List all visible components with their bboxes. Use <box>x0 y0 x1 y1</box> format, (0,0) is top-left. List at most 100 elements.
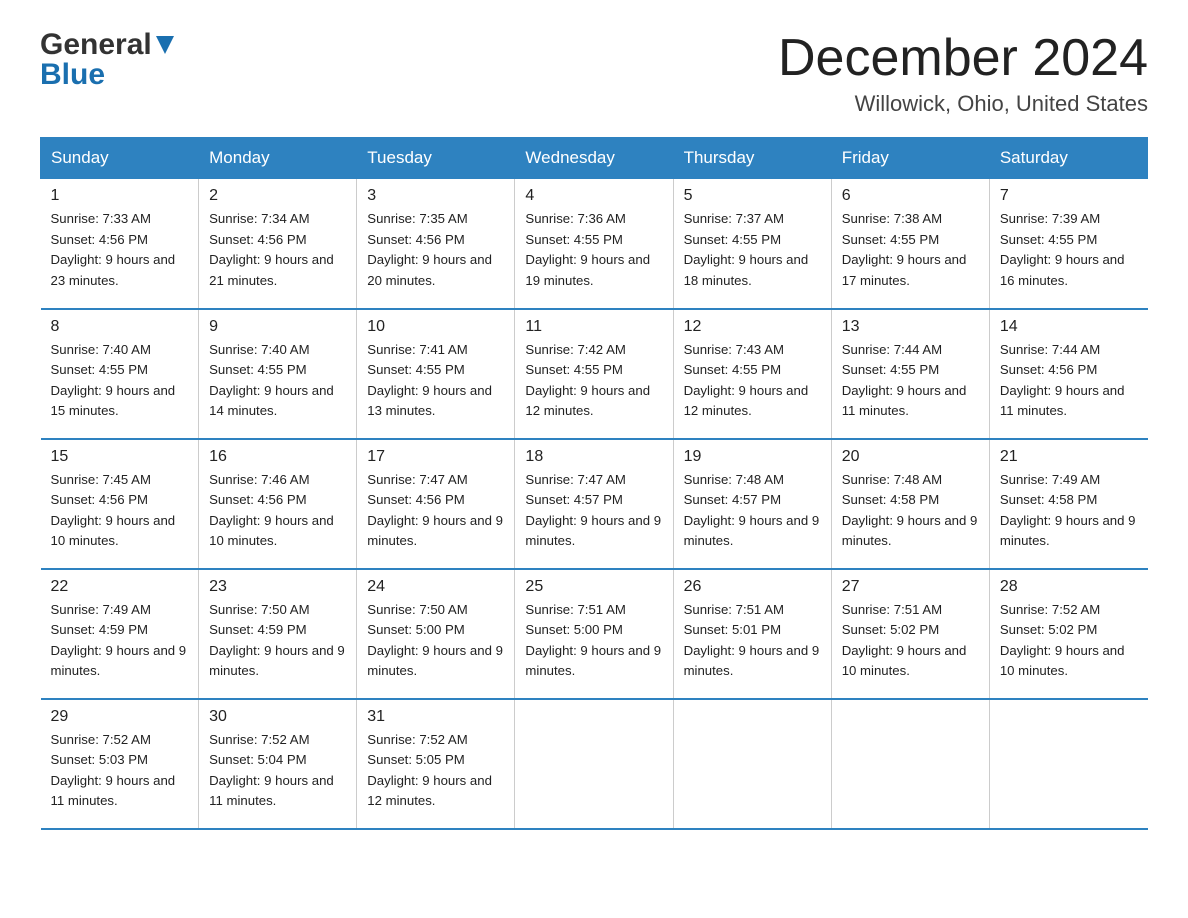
day-number: 6 <box>842 187 979 205</box>
day-info: Sunrise: 7:45 AM Sunset: 4:56 PM Dayligh… <box>51 470 189 552</box>
day-number: 27 <box>842 578 979 596</box>
daylight-label: Daylight: 9 hours and 10 minutes. <box>1000 643 1125 678</box>
day-number: 28 <box>1000 578 1138 596</box>
day-info: Sunrise: 7:33 AM Sunset: 4:56 PM Dayligh… <box>51 209 189 291</box>
sunrise-label: Sunrise: 7:52 AM <box>367 732 467 747</box>
day-number: 29 <box>51 708 189 726</box>
day-number: 19 <box>684 448 821 466</box>
sunrise-label: Sunrise: 7:42 AM <box>525 342 625 357</box>
calendar-cell: 6 Sunrise: 7:38 AM Sunset: 4:55 PM Dayli… <box>831 179 989 309</box>
calendar-cell: 24 Sunrise: 7:50 AM Sunset: 5:00 PM Dayl… <box>357 569 515 699</box>
day-info: Sunrise: 7:44 AM Sunset: 4:56 PM Dayligh… <box>1000 340 1138 422</box>
sunset-label: Sunset: 4:56 PM <box>51 492 149 507</box>
day-info: Sunrise: 7:51 AM Sunset: 5:00 PM Dayligh… <box>525 600 662 682</box>
day-info: Sunrise: 7:52 AM Sunset: 5:03 PM Dayligh… <box>51 730 189 812</box>
daylight-label: Daylight: 9 hours and 9 minutes. <box>367 513 503 548</box>
daylight-label: Daylight: 9 hours and 10 minutes. <box>51 513 176 548</box>
day-info: Sunrise: 7:49 AM Sunset: 4:59 PM Dayligh… <box>51 600 189 682</box>
daylight-label: Daylight: 9 hours and 11 minutes. <box>842 383 967 418</box>
day-info: Sunrise: 7:44 AM Sunset: 4:55 PM Dayligh… <box>842 340 979 422</box>
calendar-table: SundayMondayTuesdayWednesdayThursdayFrid… <box>40 137 1148 830</box>
sunrise-label: Sunrise: 7:50 AM <box>209 602 309 617</box>
calendar-week-row: 22 Sunrise: 7:49 AM Sunset: 4:59 PM Dayl… <box>41 569 1148 699</box>
header-saturday: Saturday <box>989 138 1147 179</box>
daylight-label: Daylight: 9 hours and 9 minutes. <box>684 513 820 548</box>
day-number: 3 <box>367 187 504 205</box>
day-info: Sunrise: 7:48 AM Sunset: 4:57 PM Dayligh… <box>684 470 821 552</box>
sunrise-label: Sunrise: 7:48 AM <box>684 472 784 487</box>
calendar-cell: 16 Sunrise: 7:46 AM Sunset: 4:56 PM Dayl… <box>199 439 357 569</box>
calendar-cell: 26 Sunrise: 7:51 AM Sunset: 5:01 PM Dayl… <box>673 569 831 699</box>
sunset-label: Sunset: 4:55 PM <box>51 362 149 377</box>
daylight-label: Daylight: 9 hours and 12 minutes. <box>367 773 492 808</box>
sunset-label: Sunset: 4:56 PM <box>209 492 307 507</box>
sunset-label: Sunset: 5:00 PM <box>367 622 465 637</box>
sunrise-label: Sunrise: 7:36 AM <box>525 211 625 226</box>
calendar-cell: 9 Sunrise: 7:40 AM Sunset: 4:55 PM Dayli… <box>199 309 357 439</box>
day-info: Sunrise: 7:46 AM Sunset: 4:56 PM Dayligh… <box>209 470 346 552</box>
sunset-label: Sunset: 4:55 PM <box>684 362 782 377</box>
day-number: 13 <box>842 318 979 336</box>
sunrise-label: Sunrise: 7:37 AM <box>684 211 784 226</box>
day-info: Sunrise: 7:52 AM Sunset: 5:02 PM Dayligh… <box>1000 600 1138 682</box>
calendar-week-row: 29 Sunrise: 7:52 AM Sunset: 5:03 PM Dayl… <box>41 699 1148 829</box>
header-wednesday: Wednesday <box>515 138 673 179</box>
sunset-label: Sunset: 4:56 PM <box>367 492 465 507</box>
sunset-label: Sunset: 4:57 PM <box>684 492 782 507</box>
daylight-label: Daylight: 9 hours and 9 minutes. <box>51 643 187 678</box>
sunrise-label: Sunrise: 7:47 AM <box>525 472 625 487</box>
day-number: 11 <box>525 318 662 336</box>
month-title: December 2024 <box>778 30 1148 87</box>
day-info: Sunrise: 7:42 AM Sunset: 4:55 PM Dayligh… <box>525 340 662 422</box>
header-sunday: Sunday <box>41 138 199 179</box>
day-info: Sunrise: 7:52 AM Sunset: 5:05 PM Dayligh… <box>367 730 504 812</box>
sunrise-label: Sunrise: 7:41 AM <box>367 342 467 357</box>
calendar-cell: 28 Sunrise: 7:52 AM Sunset: 5:02 PM Dayl… <box>989 569 1147 699</box>
calendar-cell: 10 Sunrise: 7:41 AM Sunset: 4:55 PM Dayl… <box>357 309 515 439</box>
daylight-label: Daylight: 9 hours and 12 minutes. <box>684 383 809 418</box>
sunrise-label: Sunrise: 7:40 AM <box>51 342 151 357</box>
day-info: Sunrise: 7:51 AM Sunset: 5:01 PM Dayligh… <box>684 600 821 682</box>
day-number: 5 <box>684 187 821 205</box>
daylight-label: Daylight: 9 hours and 11 minutes. <box>51 773 176 808</box>
daylight-label: Daylight: 9 hours and 18 minutes. <box>684 252 809 287</box>
day-info: Sunrise: 7:38 AM Sunset: 4:55 PM Dayligh… <box>842 209 979 291</box>
calendar-week-row: 1 Sunrise: 7:33 AM Sunset: 4:56 PM Dayli… <box>41 179 1148 309</box>
sunrise-label: Sunrise: 7:35 AM <box>367 211 467 226</box>
daylight-label: Daylight: 9 hours and 9 minutes. <box>842 513 978 548</box>
calendar-cell: 25 Sunrise: 7:51 AM Sunset: 5:00 PM Dayl… <box>515 569 673 699</box>
daylight-label: Daylight: 9 hours and 12 minutes. <box>525 383 650 418</box>
sunrise-label: Sunrise: 7:45 AM <box>51 472 151 487</box>
day-number: 23 <box>209 578 346 596</box>
sunrise-label: Sunrise: 7:50 AM <box>367 602 467 617</box>
calendar-cell: 17 Sunrise: 7:47 AM Sunset: 4:56 PM Dayl… <box>357 439 515 569</box>
day-info: Sunrise: 7:50 AM Sunset: 4:59 PM Dayligh… <box>209 600 346 682</box>
sunset-label: Sunset: 4:59 PM <box>51 622 149 637</box>
day-number: 24 <box>367 578 504 596</box>
calendar-cell: 2 Sunrise: 7:34 AM Sunset: 4:56 PM Dayli… <box>199 179 357 309</box>
sunset-label: Sunset: 5:01 PM <box>684 622 782 637</box>
sunset-label: Sunset: 5:00 PM <box>525 622 623 637</box>
daylight-label: Daylight: 9 hours and 9 minutes. <box>525 643 661 678</box>
location-text: Willowick, Ohio, United States <box>778 91 1148 117</box>
calendar-cell: 5 Sunrise: 7:37 AM Sunset: 4:55 PM Dayli… <box>673 179 831 309</box>
day-info: Sunrise: 7:37 AM Sunset: 4:55 PM Dayligh… <box>684 209 821 291</box>
day-number: 16 <box>209 448 346 466</box>
daylight-label: Daylight: 9 hours and 9 minutes. <box>209 643 345 678</box>
daylight-label: Daylight: 9 hours and 16 minutes. <box>1000 252 1125 287</box>
sunset-label: Sunset: 4:55 PM <box>209 362 307 377</box>
sunset-label: Sunset: 4:55 PM <box>525 232 623 247</box>
sunrise-label: Sunrise: 7:39 AM <box>1000 211 1100 226</box>
day-number: 4 <box>525 187 662 205</box>
calendar-cell: 18 Sunrise: 7:47 AM Sunset: 4:57 PM Dayl… <box>515 439 673 569</box>
sunrise-label: Sunrise: 7:52 AM <box>209 732 309 747</box>
sunset-label: Sunset: 4:55 PM <box>842 232 940 247</box>
sunset-label: Sunset: 4:56 PM <box>367 232 465 247</box>
day-info: Sunrise: 7:47 AM Sunset: 4:56 PM Dayligh… <box>367 470 504 552</box>
sunrise-label: Sunrise: 7:52 AM <box>1000 602 1100 617</box>
sunset-label: Sunset: 4:55 PM <box>1000 232 1098 247</box>
calendar-cell <box>989 699 1147 829</box>
sunrise-label: Sunrise: 7:40 AM <box>209 342 309 357</box>
calendar-header-row: SundayMondayTuesdayWednesdayThursdayFrid… <box>41 138 1148 179</box>
day-info: Sunrise: 7:50 AM Sunset: 5:00 PM Dayligh… <box>367 600 504 682</box>
